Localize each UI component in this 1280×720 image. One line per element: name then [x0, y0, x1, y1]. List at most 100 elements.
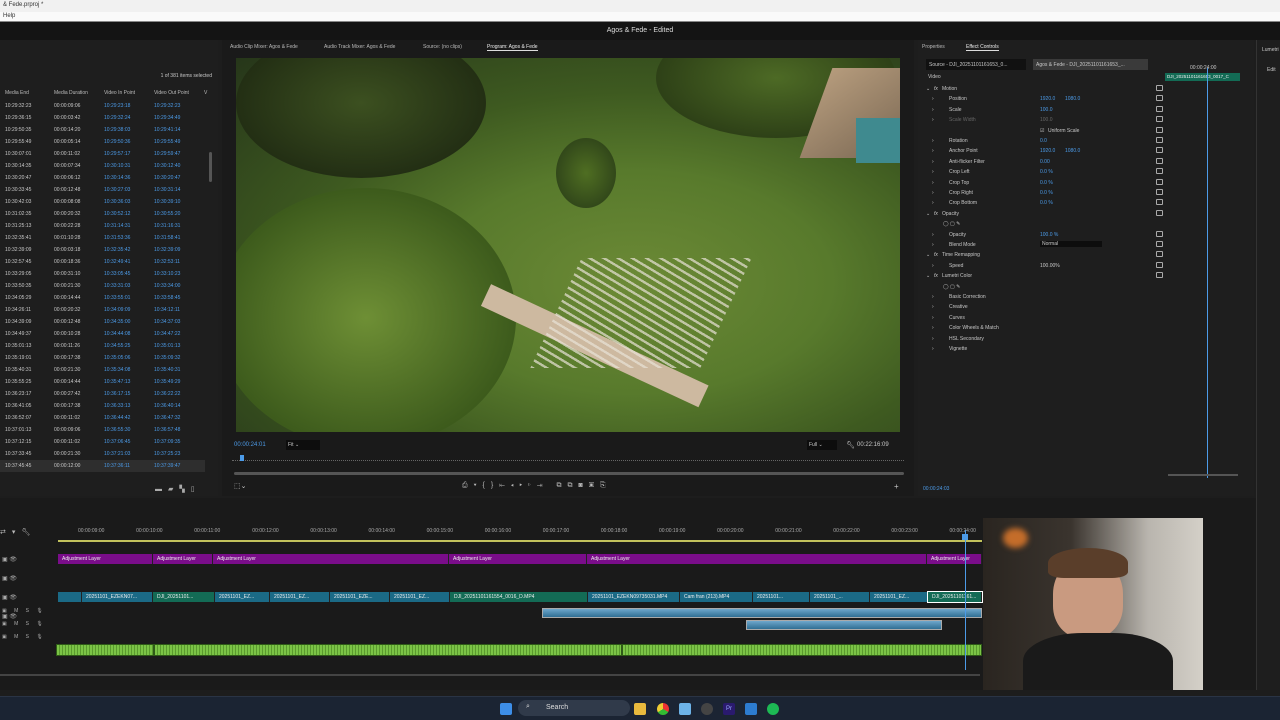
video-clip[interactable]: 20251101_EZEKN09735031.MP4: [588, 592, 680, 602]
video-clip-upper[interactable]: [746, 620, 942, 630]
effect-row[interactable]: › Rotation 0.0: [918, 136, 1168, 146]
expand-chevron-icon[interactable]: ›: [932, 294, 934, 300]
project-row[interactable]: 10:30:20:47 00:00:06:12 10:30:14:36 10:30:2…: [0, 172, 205, 184]
taskbar-search[interactable]: ⌕ Search: [518, 700, 630, 716]
mini-clip[interactable]: DJI_20251101161653_0017_C: [1165, 73, 1240, 81]
project-row[interactable]: 10:30:14:35 00:00:07:34 10:30:10:31 10:30:1…: [0, 160, 205, 172]
expand-chevron-icon[interactable]: ›: [932, 138, 934, 144]
expand-chevron-icon[interactable]: ›: [932, 180, 934, 186]
project-row[interactable]: 10:29:55:49 00:00:05:14 10:29:50:36 10:29:5…: [0, 136, 205, 148]
expand-chevron-icon[interactable]: ›: [932, 200, 934, 206]
project-row[interactable]: 10:35:01:13 00:00:11:26 10:34:55:25 10:35:0…: [0, 340, 205, 352]
project-row[interactable]: 10:31:02:35 00:00:20:32 10:30:52:12 10:30:5…: [0, 208, 205, 220]
project-row[interactable]: 10:34:26:11 00:00:20:32 10:34:09:09 10:34:1…: [0, 304, 205, 316]
video-clip[interactable]: DJI_20251101...: [153, 592, 215, 602]
reset-icon[interactable]: [1156, 137, 1163, 143]
adjustment-layer-clip[interactable]: Adjustment Layer: [153, 554, 213, 564]
expand-chevron-icon[interactable]: ›: [932, 117, 934, 123]
effect-value[interactable]: 100.0: [1040, 107, 1053, 113]
project-row[interactable]: 10:34:05:29 00:00:14:44 10:33:55:01 10:33:5…: [0, 292, 205, 304]
add-button-icon[interactable]: +: [894, 482, 899, 491]
video-clip[interactable]: DJI_20251101161...: [927, 591, 983, 603]
reset-icon[interactable]: [1156, 157, 1163, 164]
project-row[interactable]: 10:37:12:15 00:00:11:02 10:37:06:45 10:37:0…: [0, 436, 205, 448]
effect-row[interactable]: ⌄ fx Time Remapping: [918, 250, 1168, 260]
audio-clip[interactable]: [154, 644, 622, 656]
playhead-timecode[interactable]: 00:00:24:01: [234, 442, 266, 448]
audio-track-header[interactable]: ▣ M S 🎙︎: [2, 634, 46, 640]
source-clip-select[interactable]: Source - DJI_20251101161653_0...: [926, 59, 1026, 70]
effect-row[interactable]: › Crop Left 0.0 %: [918, 167, 1168, 177]
effect-value[interactable]: Normal: [1040, 241, 1102, 247]
reset-icon[interactable]: [1156, 261, 1163, 268]
video-clip[interactable]: DJI_20251101161554_0016_D.MP4: [450, 592, 588, 602]
effect-row[interactable]: › Opacity 100.0 %: [918, 230, 1168, 240]
project-row[interactable]: 10:30:42:03 00:00:08:08 10:30:36:03 10:30:3…: [0, 196, 205, 208]
project-footer-icons[interactable]: ▬▰▚▯: [155, 485, 201, 493]
playhead-handle[interactable]: [962, 534, 968, 540]
video-clip[interactable]: 20251101_EZ...: [270, 592, 330, 602]
effect-value[interactable]: 0.0 %: [1040, 169, 1053, 175]
effect-value[interactable]: 0.00: [1040, 159, 1050, 165]
reset-icon[interactable]: [1156, 178, 1163, 185]
project-row[interactable]: 10:31:25:13 00:00:22:28 10:31:14:31 10:31:1…: [0, 220, 205, 232]
effect-row[interactable]: › Curves: [918, 313, 1168, 323]
expand-chevron-icon[interactable]: ›: [932, 242, 934, 248]
reset-icon[interactable]: [1156, 147, 1163, 154]
expand-chevron-icon[interactable]: ⌄: [926, 86, 930, 92]
notepad-icon[interactable]: [679, 703, 691, 715]
video-clip[interactable]: 20251101_EZ...: [215, 592, 270, 602]
col-video-out[interactable]: Video Out Point: [154, 90, 189, 96]
expand-chevron-icon[interactable]: ›: [932, 315, 934, 321]
reset-icon[interactable]: [1156, 85, 1163, 91]
project-row[interactable]: 10:32:39:09 00:00:03:18 10:32:35:42 10:32:3…: [0, 244, 205, 256]
audio-clip[interactable]: [622, 644, 982, 656]
expand-chevron-icon[interactable]: ›: [932, 346, 934, 352]
safe-margins-icon[interactable]: ⬚⌄: [234, 482, 246, 490]
monitor-playhead[interactable]: [240, 455, 244, 461]
project-row[interactable]: 10:36:52:07 00:00:11:02 10:36:44:42 10:36:4…: [0, 412, 205, 424]
expand-chevron-icon[interactable]: ›: [932, 148, 934, 154]
video-clip[interactable]: 20251101_EZ...: [870, 592, 928, 602]
reset-icon[interactable]: [1156, 199, 1163, 206]
effect-row[interactable]: › Vignette: [918, 344, 1168, 354]
reset-icon[interactable]: [1156, 168, 1163, 175]
project-row[interactable]: 10:37:45:45 00:00:12:00 10:37:36:11 10:37:3…: [0, 460, 205, 472]
effect-row[interactable]: › Color Wheels & Match: [918, 323, 1168, 333]
project-row[interactable]: 10:35:19:01 00:00:17:38 10:35:05:06 10:35:0…: [0, 352, 205, 364]
reset-icon[interactable]: [1156, 230, 1163, 237]
expand-chevron-icon[interactable]: ⌄: [926, 211, 930, 217]
project-row[interactable]: 10:37:01:13 00:00:09:06 10:36:55:30 10:36:5…: [0, 424, 205, 436]
adjustment-layer-clip[interactable]: Adjustment Layer: [213, 554, 449, 564]
effect-row[interactable]: ⌄ fx Motion: [918, 84, 1168, 94]
project-row[interactable]: 10:29:36:15 00:00:03:42 10:29:32:24 10:29:3…: [0, 112, 205, 124]
video-track-header[interactable]: ▣ 👁︎: [2, 613, 17, 620]
effect-value[interactable]: 1080.0: [1065, 148, 1080, 154]
project-row[interactable]: 10:30:07:01 00:00:11:02 10:29:57:17 10:29:5…: [0, 148, 205, 160]
project-row[interactable]: 10:36:41:05 00:00:17:38 10:36:33:13 10:36:4…: [0, 400, 205, 412]
effect-value[interactable]: 100.0 %: [1040, 232, 1058, 238]
reset-icon[interactable]: [1156, 116, 1163, 123]
effect-row[interactable]: › Crop Bottom 0.0 %: [918, 198, 1168, 208]
project-row[interactable]: 10:34:39:09 00:00:12:48 10:34:35:00 10:34:3…: [0, 316, 205, 328]
chrome-icon[interactable]: [657, 703, 669, 715]
project-scrollbar[interactable]: [209, 152, 212, 182]
effect-row[interactable]: ◯ ▢ ✎: [918, 219, 1168, 229]
effect-row[interactable]: › Blend Mode Normal: [918, 240, 1168, 250]
ec-zoom-scrollbar[interactable]: [1168, 474, 1238, 476]
video-clip[interactable]: 20251101_EZ...: [390, 592, 450, 602]
project-row[interactable]: 10:37:33:45 00:00:21:30 10:37:21:03 10:37:2…: [0, 448, 205, 460]
premiere-pro-icon[interactable]: Pr: [723, 703, 735, 715]
effect-row[interactable]: › Scale 100.0: [918, 105, 1168, 115]
effect-row[interactable]: › Basic Correction: [918, 292, 1168, 302]
spotify-icon[interactable]: [767, 703, 779, 715]
expand-chevron-icon[interactable]: ›: [932, 336, 934, 342]
effect-value[interactable]: 100.0: [1040, 117, 1053, 123]
col-v[interactable]: V: [204, 90, 207, 96]
timeline-scrollbar[interactable]: [0, 674, 980, 676]
effect-row[interactable]: › Speed 100.00%: [918, 261, 1168, 271]
monitor-ruler[interactable]: [232, 458, 904, 461]
expand-chevron-icon[interactable]: ⌄: [926, 252, 930, 258]
tab-audio-track-mixer[interactable]: Audio Track Mixer: Agos & Fede: [324, 44, 395, 50]
adjustment-layer-clip[interactable]: Adjustment Layer: [587, 554, 927, 564]
